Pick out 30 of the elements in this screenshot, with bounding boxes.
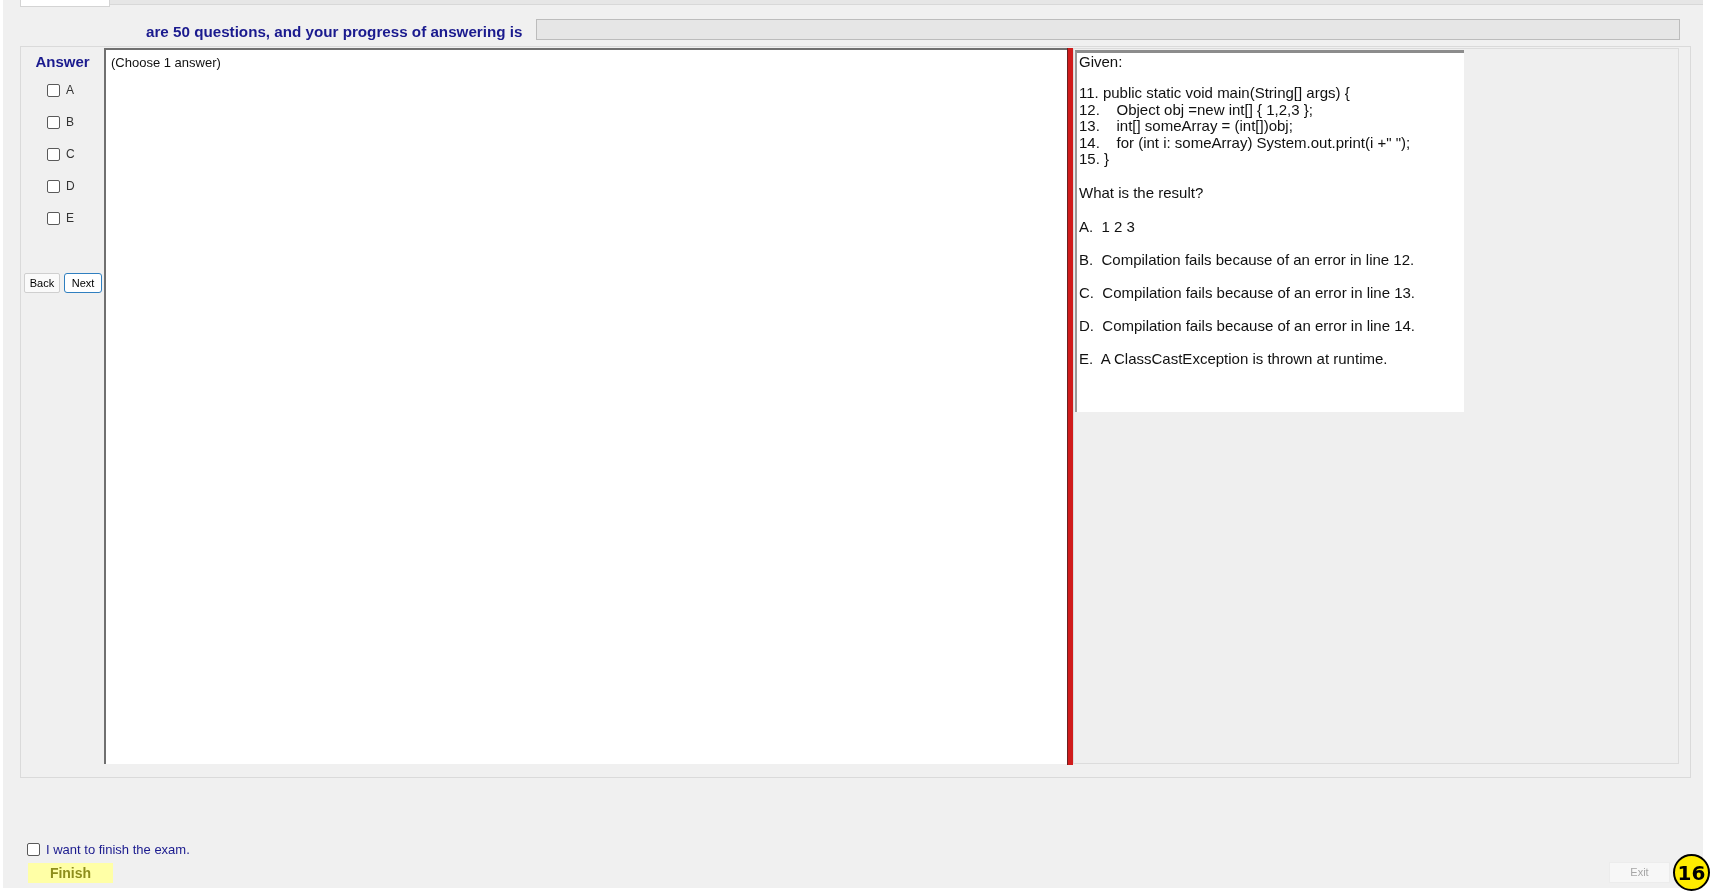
- answer-choice: E. A ClassCastException is thrown at runtime.: [1079, 349, 1388, 367]
- checkbox-label[interactable]: I want to finish the exam.: [46, 842, 190, 857]
- checkbox[interactable]: [47, 179, 60, 193]
- answer-choice: B. Compilation fails because of an error in line 12.: [1079, 250, 1415, 268]
- answer-option-label[interactable]: B: [66, 115, 74, 129]
- answer-option-label[interactable]: C: [66, 147, 75, 161]
- answer-choice: D. Compilation fails because of an error in line 14.: [1079, 316, 1415, 334]
- checkbox[interactable]: [47, 211, 60, 225]
- question-intro: Given:: [1079, 53, 1123, 70]
- code-line: 11. public static void main(String[] args) {: [1079, 85, 1350, 102]
- answer-option-label[interactable]: D: [66, 179, 75, 193]
- checkbox[interactable]: [47, 115, 60, 129]
- nav-button[interactable]: Next: [64, 273, 102, 293]
- answer-title: Answer: [35, 53, 90, 71]
- checkbox[interactable]: [47, 147, 60, 161]
- nav-button[interactable]: Back: [24, 273, 60, 293]
- code-line: 13. int[] someArray = (int[])obj;: [1079, 118, 1293, 135]
- answer-choice: A. 1 2 3: [1079, 217, 1135, 235]
- checkbox[interactable]: [47, 83, 60, 97]
- code-line: 15. }: [1079, 151, 1110, 168]
- code-line: 14. for (int i: someArray) System.out.print(i +" ");: [1079, 134, 1411, 151]
- answer-choice: C. Compilation fails because of an error in line 13.: [1079, 283, 1415, 301]
- question-prompt: What is the result?: [1079, 183, 1204, 201]
- number-badge: 16: [1673, 854, 1710, 891]
- instruction-text: (Choose 1 answer): [111, 55, 221, 71]
- progress-label: are 50 questions, and your progress of answering is: [146, 23, 523, 41]
- answer-option-label[interactable]: E: [66, 211, 74, 225]
- answer-option-label[interactable]: A: [66, 83, 74, 97]
- checkbox[interactable]: [27, 843, 40, 856]
- code-line: 12. Object obj =new int[] { 1,2,3 };: [1079, 101, 1313, 118]
